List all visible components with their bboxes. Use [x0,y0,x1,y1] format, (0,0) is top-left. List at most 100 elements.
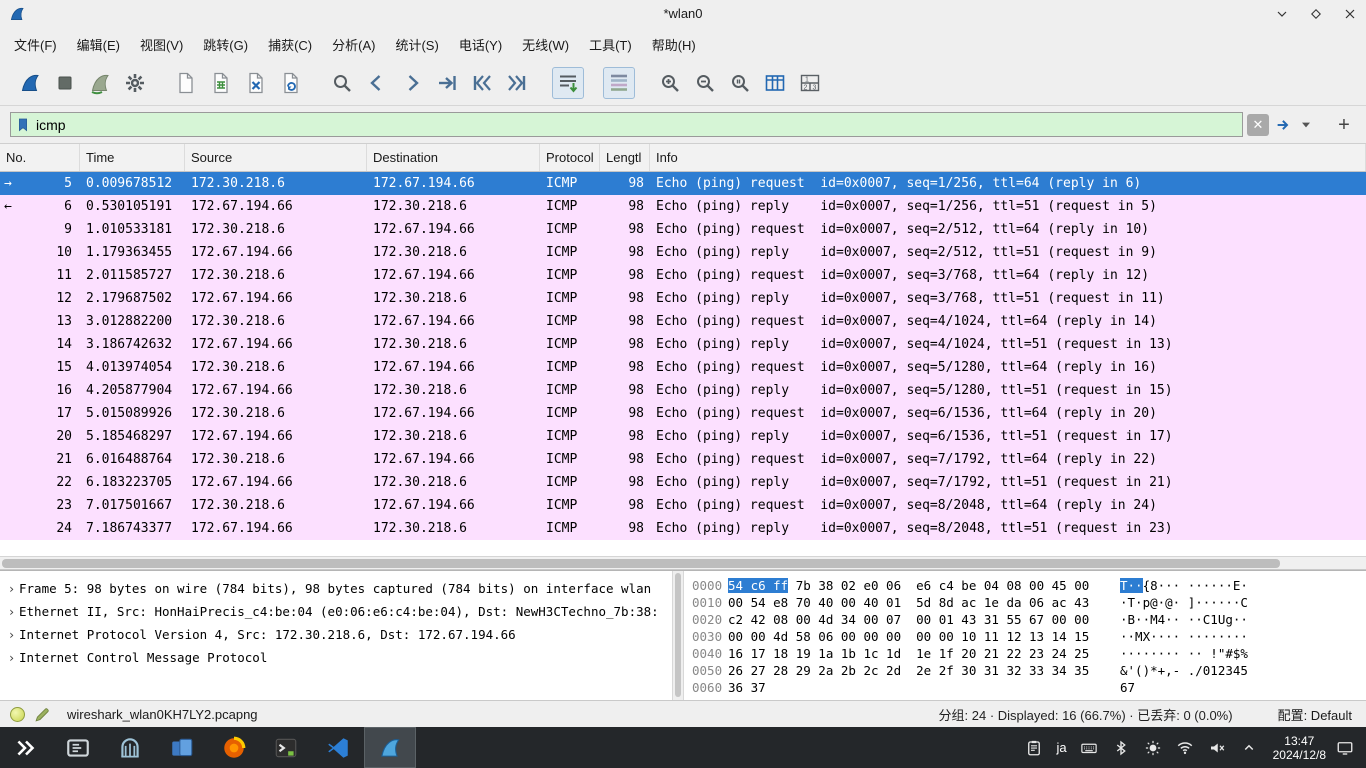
ascii-bytes[interactable]: 67 [1120,679,1135,696]
expand-chevron-icon[interactable]: › [4,646,19,669]
open-file-button[interactable] [170,67,202,99]
ascii-bytes[interactable]: &'()*+,- ./012345 [1120,662,1248,679]
packet-row[interactable]: 216.016488764172.30.218.6172.67.194.66IC… [0,448,1366,471]
menu-item-f[interactable]: 文件(F) [4,30,67,59]
hex-line[interactable]: 004016 17 18 19 1a 1b 1c 1d 1e 1f 20 21 … [684,645,1366,662]
taskbar-panel-toggle[interactable] [52,727,104,768]
tray-input-method[interactable]: ja [1056,738,1066,758]
packet-row[interactable]: →50.009678512172.30.218.6172.67.194.66IC… [0,172,1366,195]
expand-chevron-icon[interactable]: › [4,623,19,646]
stop-capture-button[interactable] [49,67,81,99]
ascii-bytes[interactable]: ··MX···· ········ [1120,628,1248,645]
detail-line[interactable]: ›Internet Protocol Version 4, Src: 172.3… [4,623,672,646]
first-packet-button[interactable] [466,67,498,99]
taskbar-wireshark[interactable] [364,727,416,768]
tray-night-light[interactable] [1143,738,1163,758]
column-header-source[interactable]: Source [185,144,367,171]
packet-row[interactable]: 143.186742632172.67.194.66172.30.218.6IC… [0,333,1366,356]
detail-line[interactable]: ›Frame 5: 98 bytes on wire (784 bits), 9… [4,577,672,600]
tray-tray-expand[interactable] [1239,738,1259,758]
find-packet-button[interactable] [326,67,358,99]
hex-bytes[interactable]: 36 37 [728,679,1120,696]
hex-line[interactable]: 005026 27 28 29 2a 2b 2c 2d 2e 2f 30 31 … [684,662,1366,679]
taskbar-app-menu[interactable] [0,727,52,768]
capture-comment-icon[interactable] [34,706,51,723]
hex-line[interactable]: 000054 c6 ff 7b 38 02 e0 06 e6 c4 be 04 … [684,577,1366,594]
last-packet-button[interactable] [501,67,533,99]
go-back-button[interactable] [361,67,393,99]
close-button[interactable] [1342,6,1358,22]
detail-line[interactable]: ›Internet Control Message Protocol [4,646,672,669]
tray-volume-muted[interactable] [1207,738,1227,758]
capture-options-button[interactable] [119,67,151,99]
expand-chevron-icon[interactable]: › [4,600,19,623]
expert-info-icon[interactable] [10,707,25,722]
packet-row[interactable]: 122.179687502172.67.194.66172.30.218.6IC… [0,287,1366,310]
hex-bytes[interactable]: 54 c6 ff 7b 38 02 e0 06 e6 c4 be 04 08 0… [728,577,1120,594]
save-file-button[interactable] [205,67,237,99]
hex-bytes[interactable]: 26 27 28 29 2a 2b 2c 2d 2e 2f 30 31 32 3… [728,662,1120,679]
workspace-icon[interactable] [1332,735,1358,761]
hex-line[interactable]: 006036 3767 [684,679,1366,696]
packet-row[interactable]: 112.011585727172.30.218.6172.67.194.66IC… [0,264,1366,287]
taskbar-firefox[interactable] [208,727,260,768]
profile-selector[interactable]: 配置: Default [1278,705,1352,724]
maximize-button[interactable] [1308,6,1324,22]
column-header-lengtl[interactable]: Lengtl [600,144,650,171]
restart-capture-button[interactable] [84,67,116,99]
start-capture-button[interactable] [14,67,46,99]
tray-bluetooth[interactable] [1111,738,1131,758]
reload-file-button[interactable] [275,67,307,99]
display-filter-input[interactable] [36,113,1238,136]
column-header-time[interactable]: Time [80,144,185,171]
packet-row[interactable]: 91.010533181172.30.218.6172.67.194.66ICM… [0,218,1366,241]
packet-row[interactable]: ←60.530105191172.67.194.66172.30.218.6IC… [0,195,1366,218]
zoom-out-button[interactable] [689,67,721,99]
taskbar-app-cage[interactable] [104,727,156,768]
packet-row[interactable]: 164.205877904172.67.194.66172.30.218.6IC… [0,379,1366,402]
packet-row[interactable]: 226.183223705172.67.194.66172.30.218.6IC… [0,471,1366,494]
filter-bookmark-icon[interactable] [15,116,31,134]
filter-history-dropdown[interactable] [1299,114,1312,136]
go-forward-button[interactable] [396,67,428,99]
menu-item-g[interactable]: 跳转(G) [193,30,258,59]
close-file-button[interactable] [240,67,272,99]
hex-bytes[interactable]: 00 00 4d 58 06 00 00 00 00 00 10 11 12 1… [728,628,1120,645]
horizontal-scrollbar-thumb[interactable] [2,559,1280,568]
menu-item-v[interactable]: 视图(V) [130,30,193,59]
add-filter-button[interactable]: + [1332,114,1356,136]
zoom-normal-button[interactable] [724,67,756,99]
tray-clipboard[interactable] [1024,738,1044,758]
menu-item-h[interactable]: 帮助(H) [642,30,706,59]
menu-item-s[interactable]: 统计(S) [385,30,448,59]
expand-chevron-icon[interactable]: › [4,577,19,600]
minimize-button[interactable] [1274,6,1290,22]
column-header-destination[interactable]: Destination [367,144,540,171]
column-header-no[interactable]: No. [0,144,80,171]
packet-row[interactable]: 175.015089926172.30.218.6172.67.194.66IC… [0,402,1366,425]
menu-item-t[interactable]: 工具(T) [579,30,642,59]
packet-row[interactable]: 154.013974054172.30.218.6172.67.194.66IC… [0,356,1366,379]
detail-line[interactable]: ›Ethernet II, Src: HonHaiPrecis_c4:be:04… [4,600,672,623]
taskbar-terminal[interactable] [260,727,312,768]
auto-scroll-button[interactable] [552,67,584,99]
menu-item-c[interactable]: 捕获(C) [258,30,322,59]
ascii-bytes[interactable]: T··{8··· ······E· [1120,577,1248,594]
tray-wifi[interactable] [1175,738,1195,758]
hex-bytes[interactable]: 00 54 e8 70 40 00 40 01 5d 8d ac 1e da 0… [728,594,1120,611]
hex-line[interactable]: 001000 54 e8 70 40 00 40 01 5d 8d ac 1e … [684,594,1366,611]
ascii-bytes[interactable]: ·B··M4·· ··C1Ug·· [1120,611,1248,628]
hex-line[interactable]: 003000 00 4d 58 06 00 00 00 00 00 10 11 … [684,628,1366,645]
menu-item-w[interactable]: 无线(W) [512,30,579,59]
column-header-info[interactable]: Info [650,144,1366,171]
menu-item-y[interactable]: 电话(Y) [449,30,512,59]
packet-row[interactable]: 205.185468297172.67.194.66172.30.218.6IC… [0,425,1366,448]
packet-row[interactable]: 237.017501667172.30.218.6172.67.194.66IC… [0,494,1366,517]
column-header-protocol[interactable]: Protocol [540,144,600,171]
clock[interactable]: 13:47 2024/12/8 [1273,734,1326,762]
clear-filter-button[interactable]: ✕ [1247,114,1269,136]
apply-filter-button[interactable] [1273,114,1295,136]
number-columns-button[interactable]: 123 [794,67,826,99]
zoom-in-button[interactable] [654,67,686,99]
menu-item-a[interactable]: 分析(A) [322,30,385,59]
